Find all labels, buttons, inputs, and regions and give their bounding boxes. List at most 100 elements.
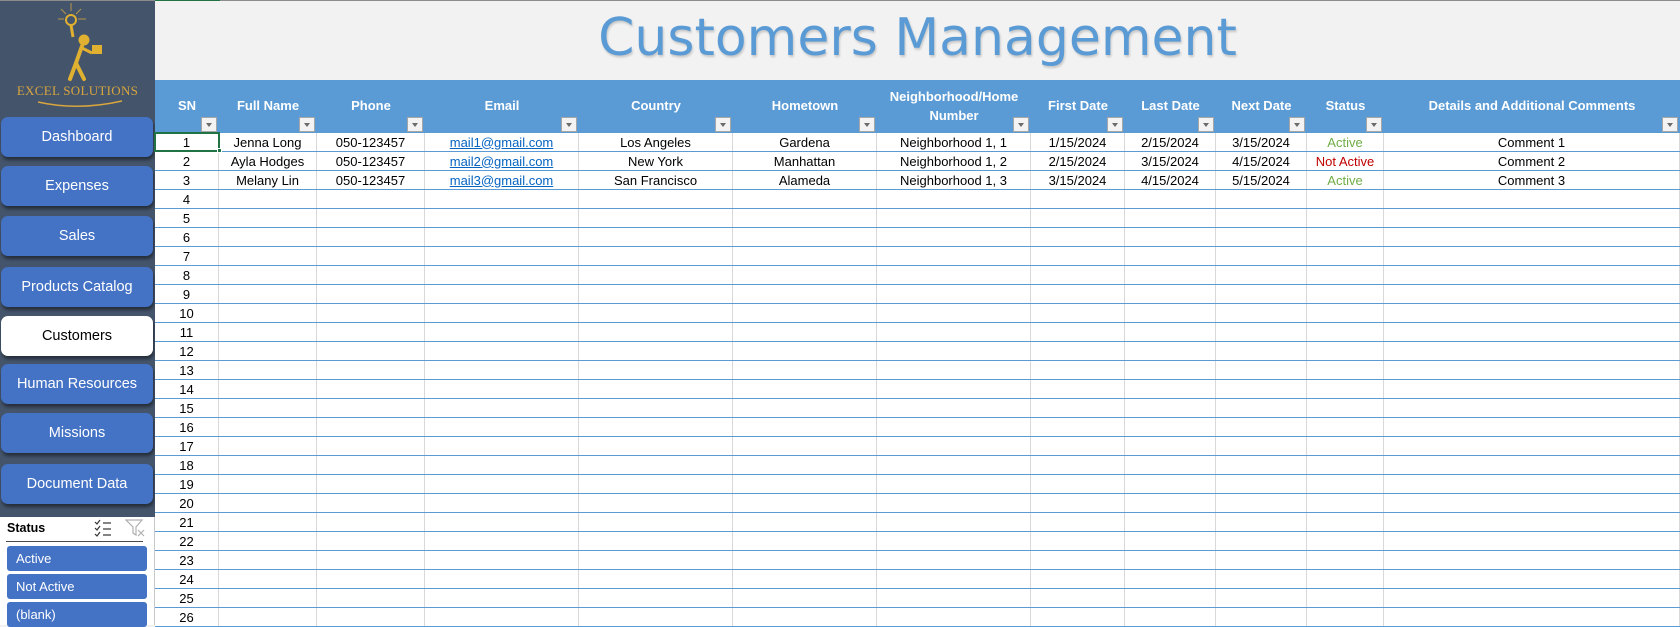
- cell-neighborhood[interactable]: [877, 361, 1031, 379]
- cell-email[interactable]: [425, 304, 579, 322]
- cell-email[interactable]: mail3@gmail.com: [425, 171, 579, 189]
- cell-sn[interactable]: 6: [155, 228, 219, 246]
- cell-sn[interactable]: 10: [155, 304, 219, 322]
- cell-status[interactable]: [1307, 399, 1384, 417]
- cell-comments[interactable]: [1384, 304, 1680, 322]
- cell-phone[interactable]: [317, 323, 425, 341]
- cell-last-date[interactable]: [1125, 228, 1216, 246]
- column-header-comments[interactable]: Details and Additional Comments: [1384, 80, 1680, 133]
- column-header-neighborhood[interactable]: Neighborhood/Home Number: [877, 80, 1031, 133]
- cell-last-date[interactable]: 2/15/2024: [1125, 133, 1216, 151]
- cell-first-date[interactable]: [1031, 342, 1125, 360]
- selection-fill-handle[interactable]: [217, 148, 222, 153]
- cell-phone[interactable]: [317, 285, 425, 303]
- cell-last-date[interactable]: [1125, 418, 1216, 436]
- cell-email[interactable]: mail1@gmail.com: [425, 133, 579, 151]
- cell-phone[interactable]: [317, 532, 425, 550]
- cell-status[interactable]: [1307, 323, 1384, 341]
- filter-dropdown-icon[interactable]: [407, 117, 423, 132]
- cell-country[interactable]: [579, 361, 733, 379]
- cell-comments[interactable]: Comment 3: [1384, 171, 1680, 189]
- cell-status[interactable]: [1307, 456, 1384, 474]
- cell-phone[interactable]: [317, 380, 425, 398]
- cell-sn[interactable]: 4: [155, 190, 219, 208]
- cell-email[interactable]: [425, 380, 579, 398]
- cell-status[interactable]: [1307, 361, 1384, 379]
- cell-first-date[interactable]: [1031, 494, 1125, 512]
- cell-sn[interactable]: 26: [155, 608, 219, 626]
- cell-last-date[interactable]: [1125, 380, 1216, 398]
- cell-next-date[interactable]: [1216, 399, 1307, 417]
- nav-expenses-button[interactable]: Expenses: [1, 166, 153, 206]
- cell-phone[interactable]: [317, 228, 425, 246]
- cell-full-name[interactable]: Ayla Hodges: [219, 152, 317, 170]
- cell-last-date[interactable]: 3/15/2024: [1125, 152, 1216, 170]
- cell-last-date[interactable]: [1125, 209, 1216, 227]
- cell-email[interactable]: [425, 266, 579, 284]
- cell-email[interactable]: [425, 494, 579, 512]
- cell-neighborhood[interactable]: Neighborhood 1, 3: [877, 171, 1031, 189]
- cell-hometown[interactable]: [733, 475, 877, 493]
- cell-last-date[interactable]: [1125, 532, 1216, 550]
- cell-country[interactable]: [579, 247, 733, 265]
- cell-last-date[interactable]: [1125, 456, 1216, 474]
- cell-comments[interactable]: [1384, 323, 1680, 341]
- cell-hometown[interactable]: [733, 304, 877, 322]
- cell-country[interactable]: [579, 266, 733, 284]
- cell-country[interactable]: San Francisco: [579, 171, 733, 189]
- cell-full-name[interactable]: [219, 266, 317, 284]
- cell-email[interactable]: [425, 209, 579, 227]
- cell-phone[interactable]: [317, 513, 425, 531]
- cell-country[interactable]: [579, 190, 733, 208]
- cell-next-date[interactable]: 5/15/2024: [1216, 171, 1307, 189]
- cell-country[interactable]: New York: [579, 152, 733, 170]
- cell-status[interactable]: [1307, 285, 1384, 303]
- cell-phone[interactable]: [317, 589, 425, 607]
- cell-status[interactable]: [1307, 513, 1384, 531]
- cell-email[interactable]: [425, 342, 579, 360]
- cell-last-date[interactable]: [1125, 304, 1216, 322]
- cell-status[interactable]: [1307, 570, 1384, 588]
- cell-last-date[interactable]: [1125, 475, 1216, 493]
- cell-last-date[interactable]: [1125, 437, 1216, 455]
- cell-country[interactable]: [579, 228, 733, 246]
- cell-sn[interactable]: 7: [155, 247, 219, 265]
- cell-sn[interactable]: 20: [155, 494, 219, 512]
- cell-comments[interactable]: [1384, 266, 1680, 284]
- cell-next-date[interactable]: [1216, 418, 1307, 436]
- cell-status[interactable]: [1307, 532, 1384, 550]
- cell-first-date[interactable]: [1031, 456, 1125, 474]
- cell-next-date[interactable]: [1216, 589, 1307, 607]
- nav-missions-button[interactable]: Missions: [1, 413, 153, 453]
- cell-hometown[interactable]: [733, 589, 877, 607]
- cell-last-date[interactable]: [1125, 285, 1216, 303]
- column-header-sn[interactable]: SN: [155, 80, 219, 133]
- cell-phone[interactable]: [317, 399, 425, 417]
- cell-full-name[interactable]: [219, 209, 317, 227]
- cell-status[interactable]: [1307, 266, 1384, 284]
- cell-full-name[interactable]: [219, 589, 317, 607]
- cell-status[interactable]: [1307, 494, 1384, 512]
- cell-next-date[interactable]: [1216, 209, 1307, 227]
- cell-full-name[interactable]: [219, 513, 317, 531]
- slicer-item-blank[interactable]: (blank): [7, 602, 147, 627]
- cell-country[interactable]: [579, 570, 733, 588]
- cell-next-date[interactable]: 3/15/2024: [1216, 133, 1307, 151]
- cell-first-date[interactable]: [1031, 608, 1125, 626]
- cell-comments[interactable]: [1384, 475, 1680, 493]
- cell-full-name[interactable]: [219, 608, 317, 626]
- cell-neighborhood[interactable]: Neighborhood 1, 2: [877, 152, 1031, 170]
- cell-next-date[interactable]: [1216, 380, 1307, 398]
- cell-first-date[interactable]: 2/15/2024: [1031, 152, 1125, 170]
- cell-next-date[interactable]: [1216, 608, 1307, 626]
- cell-country[interactable]: [579, 380, 733, 398]
- cell-email[interactable]: [425, 437, 579, 455]
- cell-phone[interactable]: [317, 570, 425, 588]
- cell-first-date[interactable]: 3/15/2024: [1031, 171, 1125, 189]
- cell-hometown[interactable]: [733, 247, 877, 265]
- cell-status[interactable]: [1307, 475, 1384, 493]
- filter-dropdown-icon[interactable]: [299, 117, 315, 132]
- cell-phone[interactable]: [317, 475, 425, 493]
- cell-status[interactable]: [1307, 247, 1384, 265]
- cell-full-name[interactable]: [219, 532, 317, 550]
